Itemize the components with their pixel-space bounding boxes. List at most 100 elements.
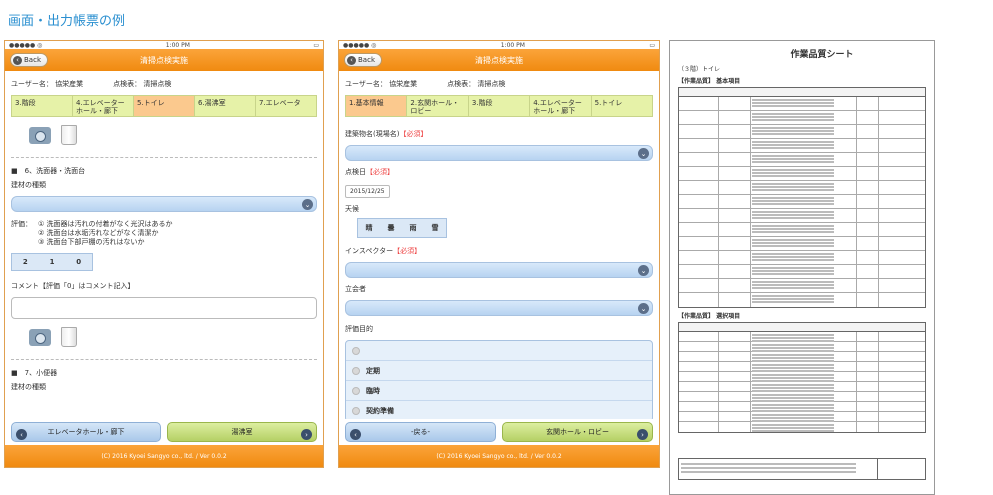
building-label: 建築物名(現場名) [345, 130, 400, 138]
basic-items-heading: 【作業品質】 基本項目 [678, 78, 741, 85]
status-left: ●●●●● ◎ [343, 41, 377, 49]
witness-select[interactable]: ⌄ [345, 300, 653, 316]
trash-icon[interactable] [61, 125, 77, 145]
area-tabs: 1.基本情報 2.玄関ホール・ロビー 3.階段 4.エレベーターホール・廊下 5… [345, 95, 653, 117]
chevron-down-icon: ⌄ [638, 265, 649, 276]
arrow-left-icon: ‹ [16, 429, 27, 440]
tab-stairs[interactable]: 3.階段 [468, 96, 531, 116]
table-row [679, 279, 925, 293]
date-label: 点検日 [345, 168, 366, 176]
weather-option[interactable]: 雪 [424, 219, 446, 237]
checklist-name: 点検表： 清掃点検 [447, 80, 506, 88]
battery-icon: ▭ [649, 41, 655, 49]
table-row [679, 332, 925, 342]
score-option[interactable]: 0 [65, 254, 92, 270]
score-option[interactable]: 1 [39, 254, 66, 270]
back-button[interactable]: ‹ Back [344, 53, 382, 67]
eval-item: ③ 洗面台下部戸棚の汚れはないか [38, 238, 145, 246]
camera-icon[interactable] [29, 328, 51, 346]
chevron-down-icon: ⌄ [638, 148, 649, 159]
weather-option[interactable]: 曇 [380, 219, 402, 237]
basic-items-table [678, 87, 926, 308]
next-area-label: 湯沸室 [231, 428, 253, 436]
required-badge: 【必須】 [366, 168, 394, 176]
material-label: 建材の種類 [11, 383, 46, 391]
tab-entrance-lobby[interactable]: 2.玄関ホール・ロビー [407, 96, 469, 116]
next-area-button[interactable]: 玄関ホール・ロビー › [502, 422, 653, 442]
table-row [679, 402, 925, 412]
back-label: Back [24, 56, 41, 64]
eval-item: ② 洗面台は水垢汚れなどがなく清潔か [38, 229, 159, 237]
quality-sheet-document: 作業品質シート （３階）トイレ 【作業品質】 基本項目 【作業品質】 選択項目 [669, 40, 935, 495]
table-header [679, 88, 925, 97]
purpose-option[interactable] [346, 341, 652, 361]
battery-icon: ▭ [313, 41, 319, 49]
purpose-option[interactable]: 定期 [346, 361, 652, 381]
table-row [679, 392, 925, 402]
eval-label: 評価： [11, 220, 32, 228]
prev-area-button[interactable]: ‹ エレベータホール・廊下 [11, 422, 161, 442]
status-bar: ●●●●● ◎ 1:00 PM ▭ [339, 41, 659, 49]
table-row [679, 372, 925, 382]
user-name: ユーザー名： 協栄産業 [345, 80, 418, 88]
building-select[interactable]: ⌄ [345, 145, 653, 161]
weather-selector: 晴 曇 雨 雪 [357, 218, 447, 238]
tab-kitchenette[interactable]: 6.湯沸室 [195, 96, 256, 116]
app-title: 清掃点検実施 [475, 55, 523, 65]
table-row [679, 422, 925, 432]
tab-elevator-hall[interactable]: 4.エレベーターホール・廊下 [73, 96, 134, 116]
arrow-left-icon: ‹ [350, 429, 361, 440]
page-heading: 画面・出力帳票の例 [8, 14, 126, 29]
table-row [679, 153, 925, 167]
table-row [679, 209, 925, 223]
camera-icon[interactable] [29, 126, 51, 144]
status-time: 1:00 PM [500, 41, 525, 49]
title-bar: ‹ Back 清掃点検実施 [5, 49, 323, 71]
purpose-option[interactable]: 契約準備 [346, 401, 652, 421]
date-input[interactable]: 2015/12/25 [345, 185, 390, 198]
table-row [679, 195, 925, 209]
table-row [679, 111, 925, 125]
comment-label: コメント【評価「0」はコメント記入】 [11, 282, 135, 290]
table-row [679, 265, 925, 279]
radio-icon [352, 346, 360, 355]
next-area-button[interactable]: 湯沸室 › [167, 422, 317, 442]
tablet-screen-basic-info: ●●●●● ◎ 1:00 PM ▭ ‹ Back 清掃点検実施 ユーザー名： 協栄産業… [338, 40, 660, 468]
trash-icon[interactable] [61, 327, 77, 347]
table-row [679, 125, 925, 139]
divider [11, 359, 317, 360]
divider [11, 157, 317, 158]
weather-option[interactable]: 雨 [402, 219, 424, 237]
purpose-option[interactable]: 臨時 [346, 381, 652, 401]
sheet-footer-notes [678, 458, 926, 480]
table-row [679, 293, 925, 307]
material-label: 建材の種類 [11, 181, 46, 189]
tab-toilet[interactable]: 5.トイレ [591, 96, 653, 116]
prev-area-label: -戻る- [410, 428, 431, 436]
weather-option[interactable]: 晴 [358, 219, 380, 237]
score-selector: 2 1 0 [11, 253, 93, 271]
tab-basic-info[interactable]: 1.基本情報 [346, 96, 408, 116]
comment-input[interactable] [11, 297, 317, 319]
tab-toilet[interactable]: 5.トイレ [134, 96, 195, 116]
table-row [679, 223, 925, 237]
tab-elevator-hall[interactable]: 4.エレベーターホール・廊下 [530, 96, 592, 116]
select-items-table [678, 322, 926, 433]
table-row [679, 382, 925, 392]
tablet-screen-toilet: ●●●●● ◎ 1:00 PM ▭ ‹ Back 清掃点検実施 ユーザー名： 協栄産業… [4, 40, 324, 468]
next-area-label: 玄関ホール・ロビー [546, 428, 609, 436]
status-left: ●●●●● ◎ [9, 41, 43, 49]
sheet-title: 作業品質シート [790, 50, 854, 60]
chevron-down-icon: ⌄ [638, 303, 649, 314]
tab-stairs[interactable]: 3.階段 [12, 96, 73, 116]
title-bar: ‹ Back 清掃点検実施 [339, 49, 659, 71]
purpose-option-label: 契約準備 [366, 407, 394, 415]
material-select[interactable]: ⌄ [11, 196, 317, 212]
inspector-select[interactable]: ⌄ [345, 262, 653, 278]
footer: (C) 2016 Kyoei Sangyo co., ltd. / Ver 0.… [339, 445, 659, 467]
prev-area-button[interactable]: ‹ -戻る- [345, 422, 496, 442]
witness-label: 立会者 [345, 285, 366, 293]
score-option[interactable]: 2 [12, 254, 39, 270]
tab-elevator[interactable]: 7.エレベータ [256, 96, 316, 116]
back-button[interactable]: ‹ Back [10, 53, 48, 67]
